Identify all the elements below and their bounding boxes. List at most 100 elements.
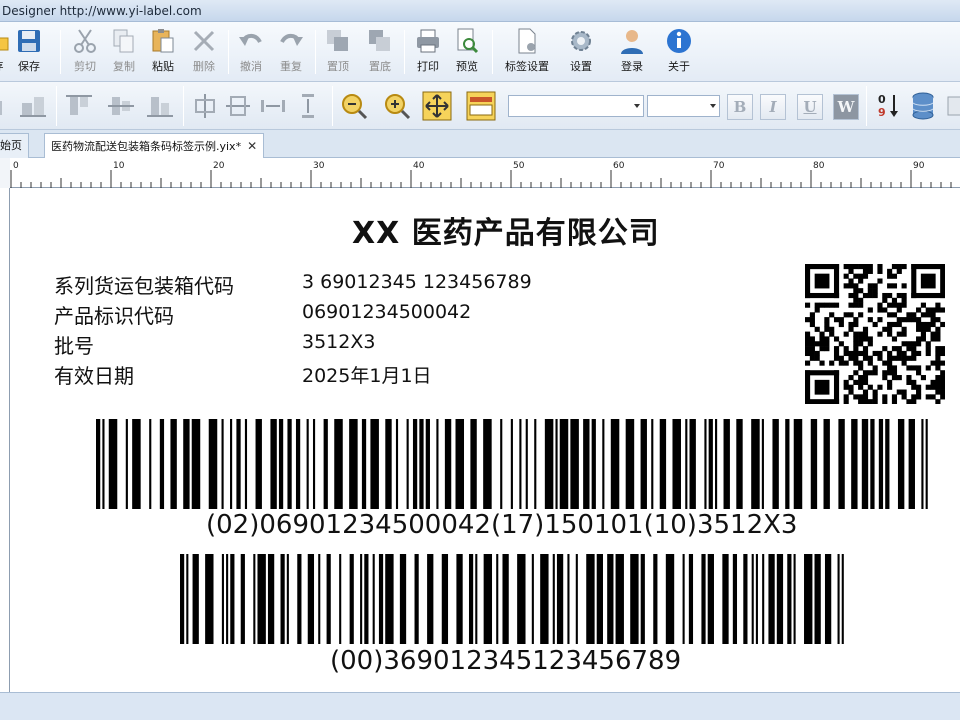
qr-module (930, 317, 936, 323)
qr-module (848, 375, 854, 381)
ruler-label: 90 (913, 161, 925, 171)
zoom-in-button[interactable] (382, 91, 412, 121)
qr-module (858, 264, 864, 270)
field-key-expiry[interactable]: 有效日期 (54, 360, 134, 389)
tab-start-page[interactable]: 起始页 (0, 133, 29, 158)
barcode-sscc[interactable] (180, 554, 848, 644)
actual-size-button[interactable] (466, 91, 496, 121)
barcode1-text[interactable]: (02)06901234500042(17)150101(10)3512X3 (206, 510, 797, 540)
field-value-gtin[interactable]: 06901234500042 (302, 301, 471, 323)
barcode-bar (456, 554, 463, 644)
barcode-bar (630, 554, 639, 644)
distribute-horizontal-icon (261, 100, 285, 112)
qr-module (805, 264, 811, 299)
align-left-button[interactable] (0, 91, 16, 121)
barcode-bar (793, 554, 796, 644)
barcode-bar (221, 554, 224, 644)
field-key-batch[interactable]: 批号 (54, 330, 94, 359)
underline-button[interactable]: U (797, 94, 823, 120)
undo-icon (239, 33, 262, 46)
ruler-label: 70 (713, 161, 725, 171)
align-top-button[interactable] (64, 91, 94, 121)
field-value-batch[interactable]: 3512X3 (302, 331, 375, 353)
qr-module (809, 341, 815, 347)
qr-module (935, 302, 941, 308)
print-button[interactable]: 打印 (408, 27, 448, 77)
barcode-gs1-128[interactable] (96, 419, 932, 509)
barcode2-text[interactable]: (00)369012345123456789 (330, 646, 681, 676)
qr-module (877, 331, 883, 337)
paste-button[interactable]: 粘贴 (143, 27, 183, 77)
barcode-bar (441, 554, 449, 644)
about-button[interactable]: 关于 (659, 27, 699, 77)
tab-label-document[interactable]: 医药物流配送包装箱条码标签示例.yix* ✕ (44, 133, 265, 159)
center-vertical-button[interactable] (223, 91, 253, 121)
close-icon[interactable]: ✕ (247, 139, 257, 153)
undo-button[interactable]: 撤消 (231, 27, 271, 77)
qr-module (867, 370, 873, 376)
qr-module (867, 288, 873, 294)
login-button[interactable]: 登录 (612, 27, 652, 77)
align-bottom-button[interactable] (18, 91, 48, 121)
qr-module (935, 365, 941, 371)
font-family-select[interactable] (508, 95, 644, 117)
qr-module (853, 346, 859, 352)
qr-module (896, 264, 902, 270)
align-middle-button[interactable] (106, 91, 136, 121)
bold-button[interactable]: B (727, 94, 753, 120)
barcode-bar (186, 554, 189, 644)
qr-module (911, 379, 917, 385)
align-base-button[interactable] (145, 91, 175, 121)
barcode-bar (191, 419, 201, 509)
qr-module (930, 336, 936, 342)
qr-module (858, 273, 864, 279)
distribute-horizontal-button[interactable] (258, 91, 288, 121)
qr-module (901, 264, 907, 270)
barcode-bar (885, 419, 890, 509)
serial-number-button[interactable]: 09 (874, 91, 904, 121)
barcode-bar (253, 554, 256, 644)
italic-button[interactable]: I (760, 94, 786, 120)
qr-module (877, 317, 883, 323)
center-horizontal-button[interactable] (190, 91, 220, 121)
field-key-sscc[interactable]: 系列货运包装箱代码 (54, 270, 234, 299)
barcode-bar (395, 419, 399, 509)
qr-module (805, 317, 811, 323)
copy-button[interactable]: 复制 (104, 27, 144, 77)
preview-button[interactable]: 预览 (447, 27, 487, 77)
qr-module (940, 264, 945, 299)
barcode-bar (688, 554, 694, 644)
field-value-expiry[interactable]: 2025年1月1日 (302, 361, 432, 388)
redo-button[interactable]: 重复 (271, 27, 311, 77)
barcode-bar (318, 554, 321, 644)
wide-font-button[interactable]: W (833, 94, 859, 120)
cut-button[interactable]: 剪切 (65, 27, 105, 77)
barcode-bar (399, 554, 407, 644)
database-button[interactable] (908, 91, 938, 121)
barcode-bar (257, 554, 266, 644)
field-key-gtin[interactable]: 产品标识代码 (54, 300, 174, 329)
settings-button[interactable]: 设置 (561, 27, 601, 77)
font-size-select[interactable] (647, 95, 720, 117)
zoom-out-button[interactable] (339, 91, 369, 121)
qr-module (930, 312, 936, 318)
bring-to-front-button[interactable]: 置顶 (318, 27, 358, 77)
distribute-vertical-button[interactable] (293, 91, 323, 121)
barcode-bar (925, 419, 928, 509)
save-button[interactable]: 保存 (9, 27, 49, 77)
field-value-sscc[interactable]: 3 69012345 123456789 (302, 271, 532, 293)
send-to-back-button[interactable]: 置底 (360, 27, 400, 77)
barcode-bar (736, 419, 743, 509)
qr-module (843, 273, 849, 279)
label-canvas[interactable]: XX 医药产品有限公司 系列货运包装箱代码 3 69012345 1234567… (10, 188, 960, 692)
qr-module (911, 365, 917, 371)
qr-code[interactable] (805, 264, 945, 404)
fit-page-button[interactable] (422, 91, 452, 121)
label-settings-button[interactable]: 标签设置 (505, 27, 549, 77)
qr-module (882, 394, 888, 400)
more-button[interactable] (944, 91, 960, 121)
label-title[interactable]: XX 医药产品有限公司 (352, 208, 660, 252)
barcode-bar (897, 419, 905, 509)
qr-module (930, 384, 936, 390)
delete-button[interactable]: 删除 (184, 27, 224, 77)
